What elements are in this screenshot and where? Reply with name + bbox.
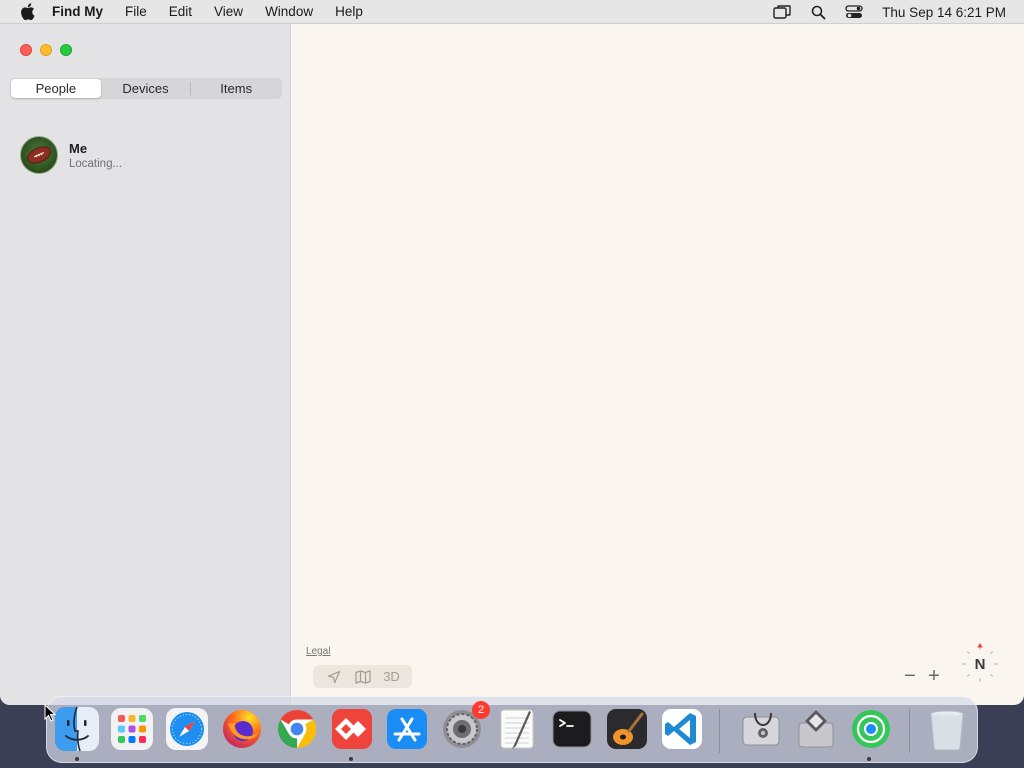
person-status: Locating... <box>69 157 123 170</box>
sidebar: People Devices Items Me Locating... <box>0 24 291 705</box>
map-view-controls: 3D <box>313 665 412 688</box>
anydesk-running-indicator <box>349 757 353 761</box>
boot-camp-icon <box>798 710 834 748</box>
anydesk-icon <box>332 709 372 749</box>
find-my-icon <box>852 710 890 748</box>
person-text: Me Locating... <box>69 141 122 170</box>
dock-terminal[interactable] <box>548 705 596 753</box>
zoom-in-button[interactable]: + <box>922 664 946 688</box>
firefox-icon <box>223 710 261 748</box>
disk-utility-icon <box>742 712 780 746</box>
compass-north-label: N <box>974 655 986 673</box>
menu-window[interactable]: Window <box>265 4 313 19</box>
dock: 2 <box>46 696 978 763</box>
zoom-window-button[interactable] <box>60 44 72 56</box>
people-list-item[interactable]: Me Locating... <box>20 134 280 176</box>
terminal-icon <box>552 710 592 748</box>
trash-icon <box>930 710 964 751</box>
dock-separator-trash <box>909 709 910 753</box>
dock-anydesk[interactable] <box>328 705 376 753</box>
dock-app-store[interactable] <box>383 705 431 753</box>
menu-edit[interactable]: Edit <box>169 4 192 19</box>
menubar-clock[interactable]: Thu Sep 14 6:21 PM <box>882 5 1006 20</box>
apple-menu-icon[interactable] <box>18 3 36 21</box>
dock-separator <box>719 709 720 753</box>
menu-view[interactable]: View <box>214 4 243 19</box>
launchpad-icon <box>111 708 153 750</box>
dock-firefox[interactable] <box>218 705 266 753</box>
menubar-status-area: Thu Sep 14 6:21 PM <box>756 0 1006 24</box>
window-controls <box>20 44 80 56</box>
dock-textedit[interactable] <box>493 705 541 753</box>
finder-running-indicator <box>75 757 79 761</box>
map-icon[interactable] <box>352 668 374 686</box>
dock-find-my[interactable] <box>847 705 895 753</box>
sidebar-tabs: People Devices Items <box>10 78 282 99</box>
vscode-icon <box>662 709 702 749</box>
finder-icon <box>55 706 99 752</box>
control-center-icon[interactable] <box>844 3 864 21</box>
zoom-controls: − + <box>898 664 946 688</box>
tab-devices[interactable]: Devices <box>101 79 191 98</box>
find-my-window: People Devices Items Me Locating... Lega… <box>0 24 1024 705</box>
menu-bar: Find My File Edit View Window Help Thu S… <box>0 0 1024 24</box>
football-icon <box>27 146 51 164</box>
dock-trash[interactable] <box>923 705 971 753</box>
dock-finder[interactable] <box>53 705 101 753</box>
menu-file[interactable]: File <box>125 4 147 19</box>
legal-link[interactable]: Legal <box>306 646 330 657</box>
textedit-icon <box>500 709 534 749</box>
dock-system-settings[interactable]: 2 <box>438 701 490 753</box>
tab-people[interactable]: People <box>11 79 101 98</box>
location-arrow-icon[interactable] <box>323 668 345 686</box>
chrome-icon <box>277 709 317 749</box>
safari-icon <box>166 708 208 750</box>
dock-garageband[interactable] <box>603 705 651 753</box>
spotlight-search-icon[interactable] <box>808 3 828 21</box>
dock-vscode[interactable] <box>658 705 706 753</box>
garageband-icon <box>607 709 647 749</box>
map-area[interactable] <box>292 24 1024 705</box>
settings-notification-badge: 2 <box>472 701 490 719</box>
mouse-cursor <box>44 703 57 727</box>
dock-disk-utility[interactable] <box>737 705 785 753</box>
app-store-icon <box>387 709 427 749</box>
compass[interactable]: N <box>958 642 1002 686</box>
avatar <box>20 136 58 174</box>
menu-help[interactable]: Help <box>335 4 363 19</box>
zoom-out-button[interactable]: − <box>898 664 922 688</box>
close-window-button[interactable] <box>20 44 32 56</box>
dock-safari[interactable] <box>163 705 211 753</box>
dock-boot-camp-assistant[interactable] <box>792 705 840 753</box>
minimize-window-button[interactable] <box>40 44 52 56</box>
dock-launchpad[interactable] <box>108 705 156 753</box>
menu-app-name[interactable]: Find My <box>52 4 103 19</box>
person-name: Me <box>69 140 88 156</box>
tab-items[interactable]: Items <box>191 79 281 98</box>
view-3d-button[interactable]: 3D <box>381 668 403 686</box>
find-my-running-indicator <box>867 757 871 761</box>
screen-mirroring-icon[interactable] <box>772 3 792 21</box>
dock-chrome[interactable] <box>273 705 321 753</box>
